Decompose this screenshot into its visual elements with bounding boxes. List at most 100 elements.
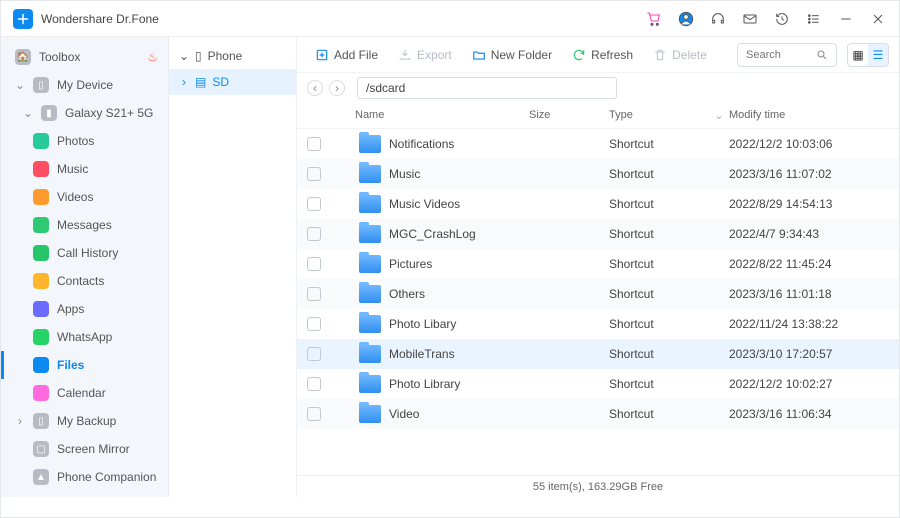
file-type: Shortcut (609, 257, 709, 271)
chevron-right-icon: › (179, 75, 189, 89)
videos-icon (33, 189, 49, 205)
close-button[interactable] (869, 10, 887, 28)
search-input[interactable] (737, 43, 837, 67)
table-row[interactable]: NotificationsShortcut2022/12/2 10:03:06 (297, 129, 899, 159)
sidebar-phone-model[interactable]: ⌄ ▮ Galaxy S21+ 5G (1, 99, 168, 127)
row-checkbox[interactable] (307, 407, 321, 421)
file-name: MGC_CrashLog (389, 227, 476, 241)
refresh-button[interactable]: Refresh (564, 44, 641, 66)
col-size[interactable]: Size (529, 109, 609, 122)
row-checkbox[interactable] (307, 197, 321, 211)
folder-icon (359, 195, 381, 213)
file-type: Shortcut (609, 287, 709, 301)
mirror-icon: ▢ (33, 441, 49, 457)
grid-view-icon[interactable]: ▦ (848, 44, 868, 66)
row-checkbox[interactable] (307, 167, 321, 181)
new-folder-button[interactable]: New Folder (464, 44, 560, 66)
table-row[interactable]: MusicShortcut2023/3/16 11:07:02 (297, 159, 899, 189)
delete-button[interactable]: Delete (645, 44, 715, 66)
sidebar-item-messages[interactable]: Messages (1, 211, 168, 239)
sidebar-item-contacts[interactable]: Contacts (1, 267, 168, 295)
table-row[interactable]: Photo LibaryShortcut2022/11/24 13:38:22 (297, 309, 899, 339)
sidebar-toolbox[interactable]: 🏠 Toolbox ♨ (1, 43, 168, 71)
row-checkbox[interactable] (307, 377, 321, 391)
music-icon (33, 161, 49, 177)
sidebar-my-device[interactable]: ⌄ ▯ My Device (1, 71, 168, 99)
table-row[interactable]: Music VideosShortcut2022/8/29 14:54:13 (297, 189, 899, 219)
row-checkbox[interactable] (307, 287, 321, 301)
sidebar: 🏠 Toolbox ♨ ⌄ ▯ My Device ⌄ ▮ Galaxy S21… (1, 37, 169, 497)
content-area: Add File Export New Folder Refresh Delet… (297, 37, 899, 497)
row-checkbox[interactable] (307, 137, 321, 151)
sidebar-item-apps[interactable]: Apps (1, 295, 168, 323)
table-row[interactable]: Photo LibraryShortcut2022/12/2 10:02:27 (297, 369, 899, 399)
user-icon[interactable] (677, 10, 695, 28)
minimize-button[interactable] (837, 10, 855, 28)
col-type[interactable]: Type (609, 109, 709, 122)
file-type: Shortcut (609, 407, 709, 421)
nav-back-button[interactable]: ‹ (307, 80, 323, 96)
sidebar-item-videos[interactable]: Videos (1, 183, 168, 211)
calendar-icon (33, 385, 49, 401)
col-time[interactable]: Modify time (729, 109, 889, 122)
export-button[interactable]: Export (390, 44, 460, 66)
file-name: Video (389, 407, 419, 421)
row-checkbox[interactable] (307, 347, 321, 361)
toolbox-icon: 🏠 (15, 49, 31, 65)
view-toggle[interactable]: ▦ ☰ (847, 43, 889, 67)
backup-icon: ▯ (33, 413, 49, 429)
sidebar-item-call-history[interactable]: Call History (1, 239, 168, 267)
file-name: Music (389, 167, 420, 181)
row-checkbox[interactable] (307, 227, 321, 241)
folder-icon (359, 375, 381, 393)
file-list[interactable]: NotificationsShortcut2022/12/2 10:03:06 M… (297, 129, 899, 475)
headset-icon[interactable] (709, 10, 727, 28)
table-header: Name Size Type ⌄ Modify time (297, 103, 899, 129)
table-row[interactable]: MGC_CrashLogShortcut2022/4/7 9:34:43 (297, 219, 899, 249)
search-icon (816, 49, 828, 61)
storage-phone[interactable]: ⌄ ▯ Phone (169, 43, 296, 69)
col-name[interactable]: Name (335, 109, 529, 122)
list-view-icon[interactable]: ☰ (868, 44, 888, 66)
sidebar-screen-mirror[interactable]: › ▢ Screen Mirror (1, 435, 168, 463)
add-file-button[interactable]: Add File (307, 44, 386, 66)
files-icon (33, 357, 49, 373)
file-name: Photo Libary (389, 317, 456, 331)
table-row[interactable]: OthersShortcut2023/3/16 11:01:18 (297, 279, 899, 309)
status-bar: 55 item(s), 163.29GB Free (297, 475, 899, 497)
row-checkbox[interactable] (307, 257, 321, 271)
storage-sd[interactable]: › ▤ SD (169, 69, 296, 95)
path-field[interactable]: /sdcard (357, 77, 617, 99)
toolbar: Add File Export New Folder Refresh Delet… (297, 37, 899, 73)
sidebar-item-photos[interactable]: Photos (1, 127, 168, 155)
sidebar-item-music[interactable]: Music (1, 155, 168, 183)
folder-icon (359, 135, 381, 153)
sidebar-phone-companion[interactable]: › ▲ Phone Companion (1, 463, 168, 491)
menu-icon[interactable] (805, 10, 823, 28)
flame-icon: ♨ (147, 50, 158, 64)
folder-icon (359, 285, 381, 303)
file-type: Shortcut (609, 167, 709, 181)
titlebar: Wondershare Dr.Fone (1, 1, 899, 37)
sidebar-my-backup[interactable]: › ▯ My Backup (1, 407, 168, 435)
mail-icon[interactable] (741, 10, 759, 28)
table-row[interactable]: MobileTransShortcut2023/3/10 17:20:57 (297, 339, 899, 369)
chevron-right-icon: › (15, 414, 25, 428)
sort-indicator-icon[interactable]: ⌄ (709, 109, 729, 122)
history-icon[interactable] (773, 10, 791, 28)
phone-icon: ▯ (195, 49, 202, 63)
sidebar-item-files[interactable]: Files (1, 351, 168, 379)
cart-icon[interactable] (645, 10, 663, 28)
table-row[interactable]: VideoShortcut2023/3/16 11:06:34 (297, 399, 899, 429)
file-time: 2023/3/10 17:20:57 (729, 347, 889, 361)
companion-icon: ▲ (33, 469, 49, 485)
sidebar-item-calendar[interactable]: Calendar (1, 379, 168, 407)
table-row[interactable]: PicturesShortcut2022/8/22 11:45:24 (297, 249, 899, 279)
file-type: Shortcut (609, 377, 709, 391)
sidebar-item-whatsapp[interactable]: WhatsApp (1, 323, 168, 351)
folder-icon (359, 165, 381, 183)
nav-forward-button[interactable]: › (329, 80, 345, 96)
call history-icon (33, 245, 49, 261)
row-checkbox[interactable] (307, 317, 321, 331)
whatsapp-icon (33, 329, 49, 345)
